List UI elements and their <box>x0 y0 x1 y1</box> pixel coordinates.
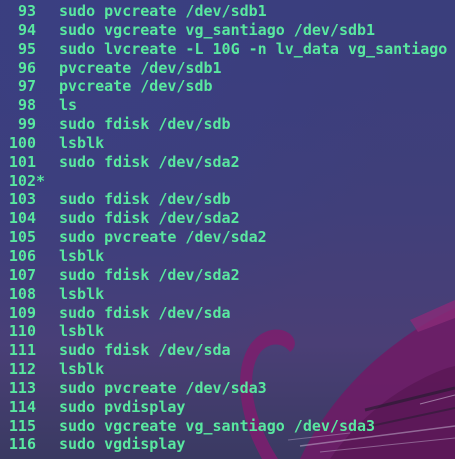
history-number: 96 <box>17 58 36 77</box>
history-modified-mark: * <box>36 171 46 190</box>
history-number: 113 <box>8 378 36 397</box>
history-number: 103 <box>8 190 36 209</box>
history-command: sudo fdisk /dev/sda2 <box>59 152 240 171</box>
history-command: sudo pvcreate /dev/sdb1 <box>59 2 267 20</box>
history-command: lsblk <box>59 246 105 265</box>
history-number: 115 <box>8 416 36 435</box>
history-command: lsblk <box>59 284 105 303</box>
history-command: sudo fdisk /dev/sdb <box>59 190 231 209</box>
history-command: sudo fdisk /dev/sda2 <box>59 265 240 284</box>
history-number: 116 <box>8 435 36 454</box>
history-command: sudo vgcreate vg_santiago /dev/sda3 <box>59 416 376 435</box>
history-command: sudo lvcreate -L 10G -n lv_data vg_santi… <box>59 39 448 58</box>
history-number: 114 <box>8 397 36 416</box>
history-number: 108 <box>8 284 36 303</box>
history-command: pvcreate /dev/sdb <box>59 77 213 96</box>
history-number: 94 <box>17 20 36 39</box>
history-command: sudo pvcreate /dev/sda3 <box>59 378 267 397</box>
history-command: sudo fdisk /dev/sdb <box>59 115 231 134</box>
history-command: sudo vgcreate vg_santiago /dev/sdb1 <box>59 20 376 39</box>
history-number: 100 <box>8 133 36 152</box>
history-number: 107 <box>8 265 36 284</box>
history-command: pvcreate /dev/sdb1 <box>59 58 222 77</box>
history-command: sudo vgdisplay <box>59 435 186 454</box>
history-command: sudo fdisk /dev/sda2 <box>59 209 240 228</box>
history-number: 97 <box>17 77 36 96</box>
history-number: 95 <box>17 39 36 58</box>
history-command: lsblk <box>59 133 105 152</box>
history-number: 105 <box>8 228 36 247</box>
history-number: 106 <box>8 246 36 265</box>
history-number: 98 <box>17 96 36 115</box>
history-command: lsblk <box>59 322 105 341</box>
history-number: 104 <box>8 209 36 228</box>
history-command: sudo pvdisplay <box>59 397 186 416</box>
history-number: 111 <box>8 341 36 360</box>
history-command: sudo pvcreate /dev/sda2 <box>59 228 267 247</box>
history-command: lsblk <box>59 360 105 379</box>
history-command: sudo fdisk /dev/sda <box>59 303 231 322</box>
history-number: 101 <box>8 152 36 171</box>
history-number: 110 <box>8 322 36 341</box>
history-number: 102 <box>8 171 36 190</box>
terminal-window[interactable]: 93 sudo pvcreate /dev/sdb1 94 sudo vgcreat… <box>0 0 455 459</box>
history-command: ls <box>59 96 78 115</box>
history-command: sudo fdisk /dev/sda <box>59 341 231 360</box>
history-number: 99 <box>17 115 36 134</box>
history-number: 112 <box>8 360 36 379</box>
history-number: 109 <box>8 303 36 322</box>
history-number: 93 <box>17 2 36 20</box>
